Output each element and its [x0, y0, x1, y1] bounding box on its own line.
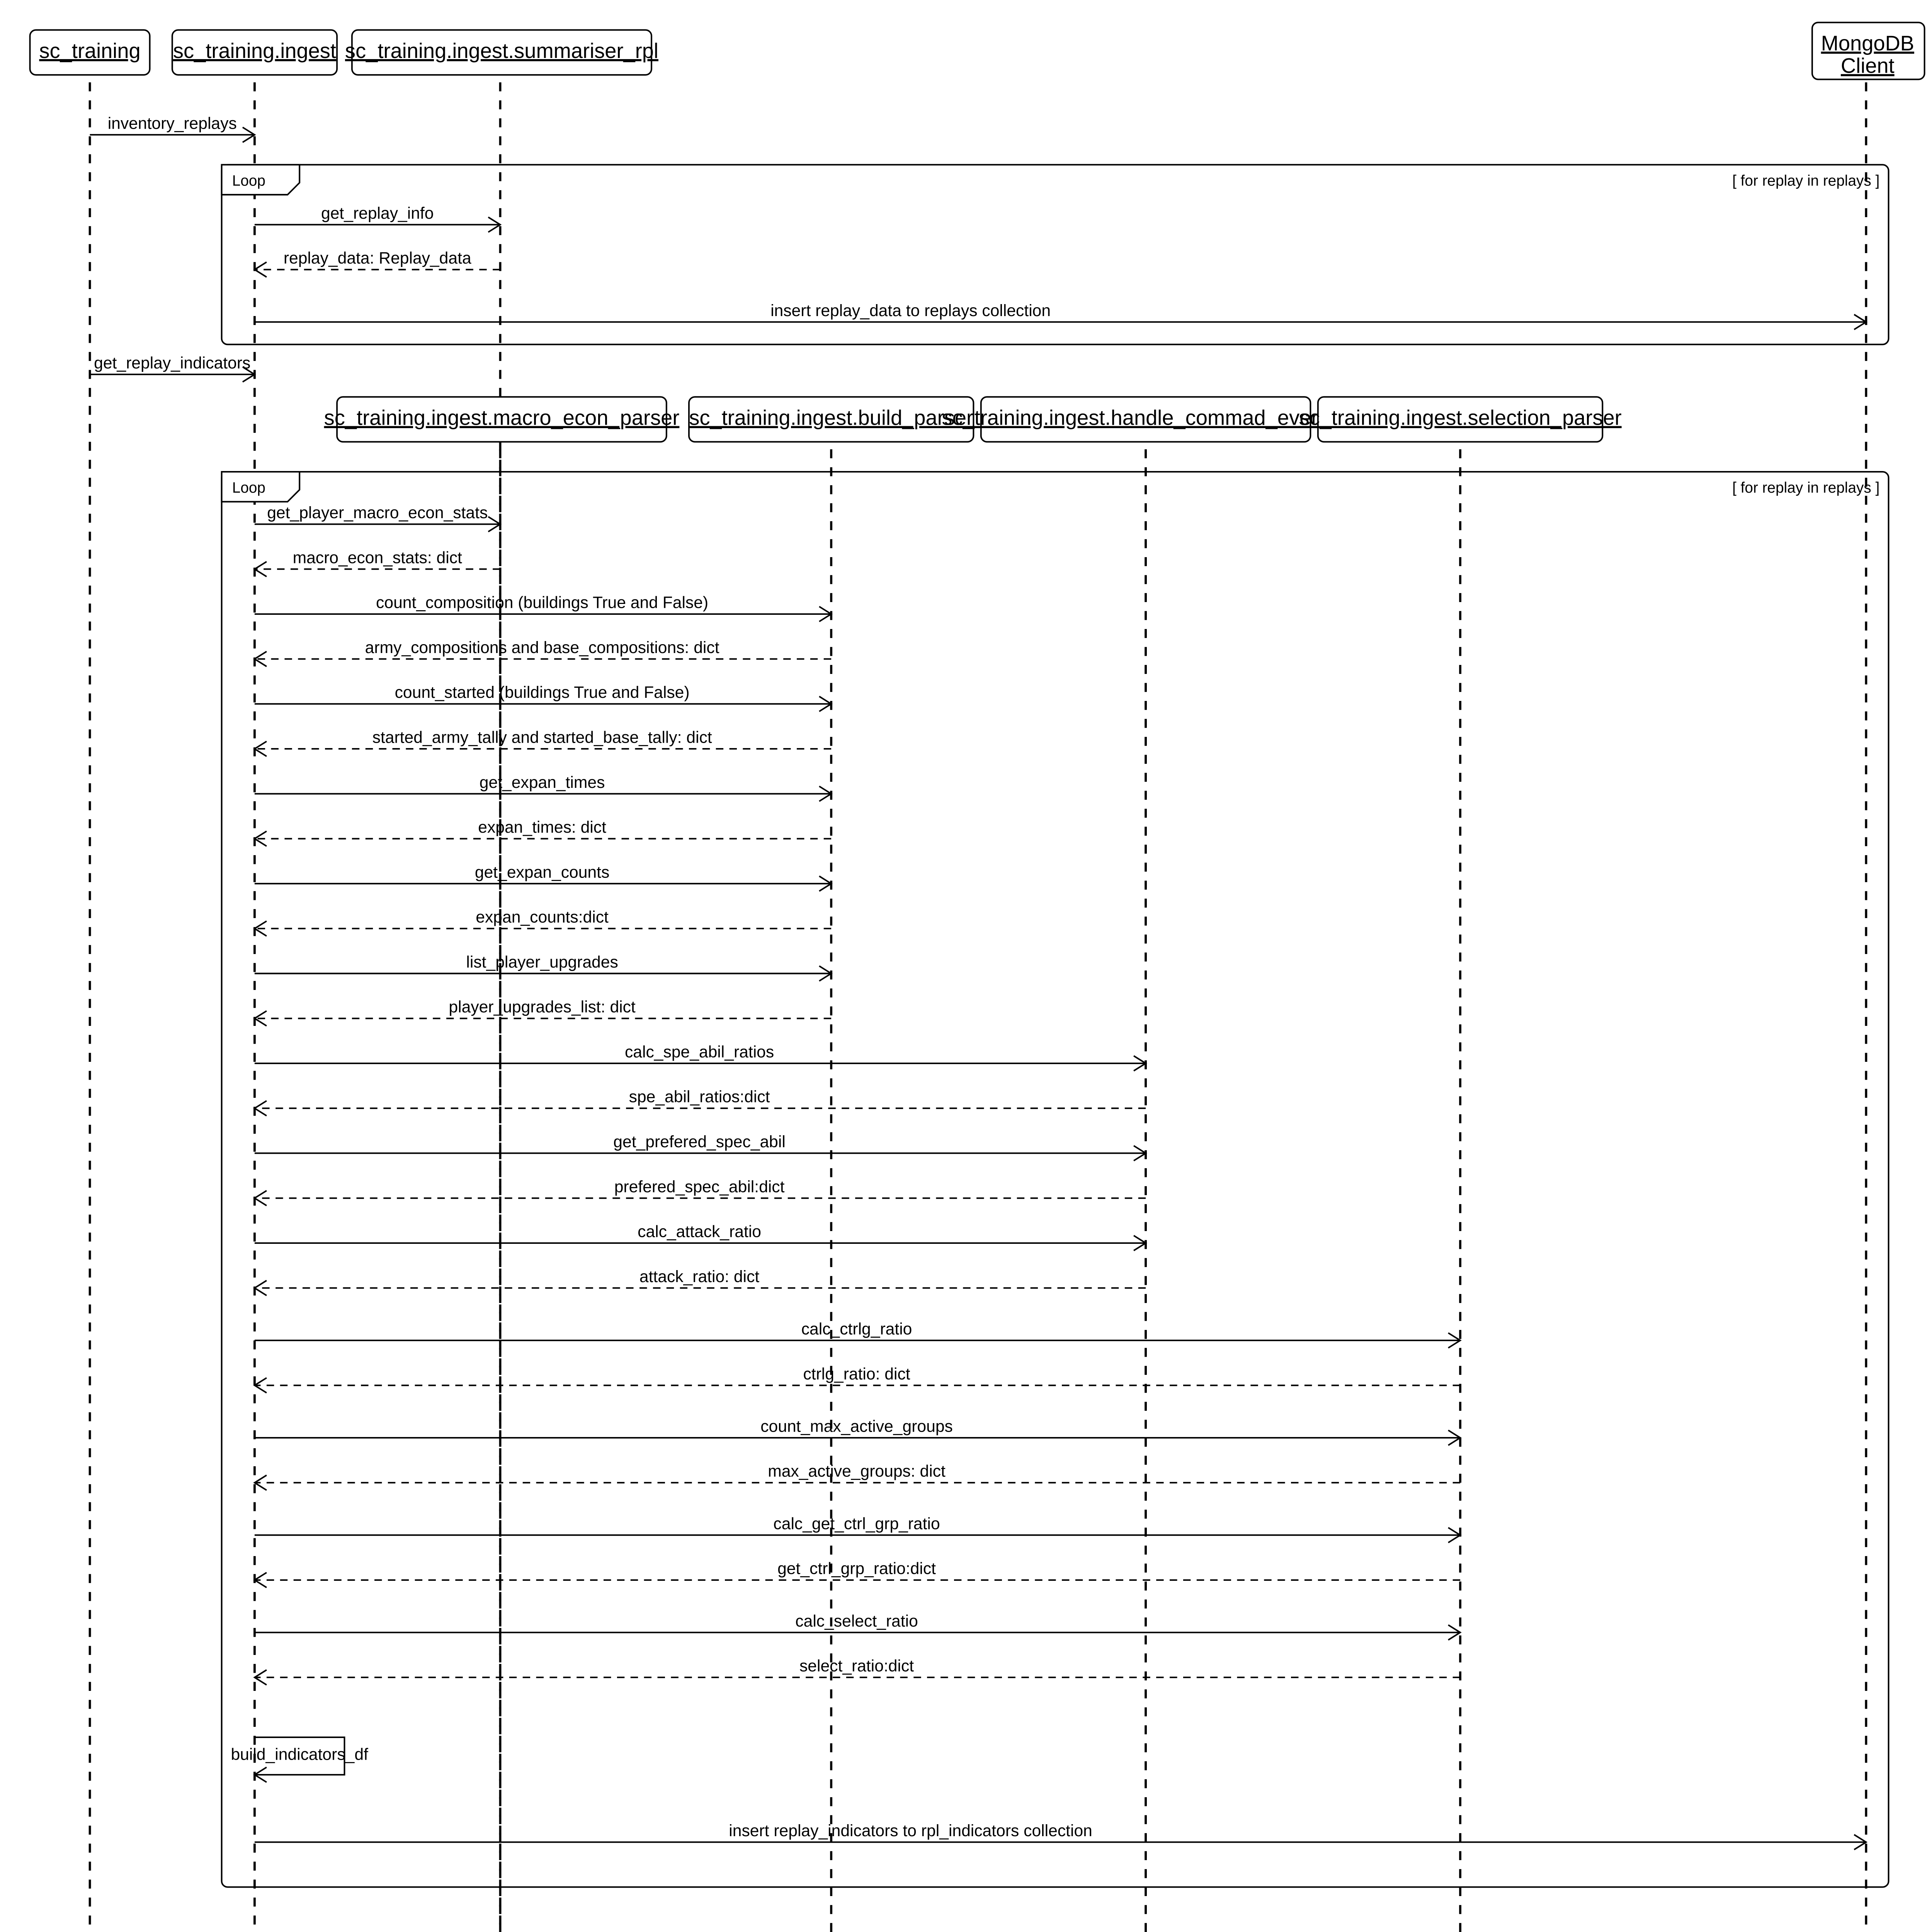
message-count-composition: count_composition (buildings True and Fa… — [255, 594, 831, 622]
message-label: inventory_replays — [108, 114, 237, 133]
message-label: calc_ctrlg_ratio — [801, 1320, 912, 1338]
participant-label: sc_training.ingest.selection_parser — [1299, 406, 1621, 430]
participant-p1: sc_training — [30, 30, 150, 75]
participant-label: sc_training.ingest.handle_commad_evensty — [942, 406, 1350, 430]
participant-label: Client — [1841, 54, 1895, 78]
message-label: calc_get_ctrl_grp_ratio — [773, 1514, 940, 1533]
participant-p5: sc_training.ingest.build_parser — [689, 397, 973, 442]
participant-p4: sc_training.ingest.macro_econ_parser — [324, 397, 680, 442]
message-prefered-spec-abil: prefered_spec_abil:dict — [255, 1177, 1146, 1206]
message-label: insert replay_data to replays collection — [770, 301, 1051, 320]
participant-label: sc_training.ingest.build_parser — [689, 406, 973, 430]
message-label: replay_data: Replay_data — [284, 249, 471, 267]
message-get-player-macro-econ-stats: get_player_macro_econ_stats — [255, 503, 500, 532]
message-insert-replay-indicators: insert replay_indicators to rpl_indicato… — [255, 1821, 1866, 1850]
message-get-replay-indicators: get_replay_indicators — [90, 354, 255, 382]
message-army-compositions: army_compositions and base_compositions:… — [255, 638, 831, 667]
message-label: ctrlg_ratio: dict — [803, 1365, 910, 1383]
participant-label: sc_training.ingest — [173, 39, 336, 63]
message-label: expan_times: dict — [478, 818, 606, 837]
message-list-player-upgrades: list_player_upgrades — [255, 953, 831, 981]
participant-p3: sc_training.ingest.summariser_rpl — [345, 30, 658, 75]
participant-p2: sc_training.ingest — [172, 30, 337, 75]
message-started-tally: started_army_tally and started_base_tall… — [255, 728, 831, 756]
message-build-indicators-df: build_indicators_df — [231, 1737, 368, 1782]
message-label: attack_ratio: dict — [639, 1267, 760, 1286]
participant-label: sc_training.ingest.summariser_rpl — [345, 39, 658, 63]
message-label: macro_econ_stats: dict — [293, 548, 462, 567]
message-inventory-replays: inventory_replays — [90, 114, 255, 142]
message-label: get_replay_info — [321, 204, 434, 223]
message-label: get_prefered_spec_abil — [613, 1133, 786, 1151]
message-get-expan-times: get_expan_times — [255, 773, 831, 801]
message-macro-econ-stats: macro_econ_stats: dict — [255, 548, 500, 577]
message-label: select_ratio:dict — [799, 1657, 914, 1675]
message-player-upgrades-list: player_upgrades_list: dict — [255, 998, 831, 1026]
loop-label: Loop — [232, 173, 265, 189]
participant-label: sc_training — [39, 39, 140, 63]
message-label: get_player_macro_econ_stats — [267, 503, 488, 522]
message-calc-ctrlg-ratio: calc_ctrlg_ratio — [255, 1320, 1460, 1348]
loop-guard: [ for replay in replays ] — [1732, 480, 1879, 496]
message-label: get_expan_counts — [475, 863, 609, 881]
participant-p6: sc_training.ingest.handle_commad_evensty — [942, 397, 1350, 442]
message-calc-select-ratio: calc_select_ratio — [255, 1612, 1460, 1640]
message-spe-abil-ratios: spe_abil_ratios:dict — [255, 1088, 1146, 1116]
message-label: calc_attack_ratio — [638, 1223, 761, 1241]
message-calc-attack-ratio: calc_attack_ratio — [255, 1223, 1146, 1251]
message-expan-counts: expan_counts:dict — [255, 908, 831, 936]
message-label: count_started (buildings True and False) — [395, 683, 690, 702]
loop-label: Loop — [232, 480, 265, 496]
message-label: get_replay_indicators — [94, 354, 250, 372]
message-ctrlg-ratio: ctrlg_ratio: dict — [255, 1365, 1460, 1393]
message-select-ratio: select_ratio:dict — [255, 1657, 1460, 1685]
message-attack-ratio: attack_ratio: dict — [255, 1267, 1146, 1296]
message-label: spe_abil_ratios:dict — [629, 1088, 770, 1106]
message-label: build_indicators_df — [231, 1745, 368, 1764]
message-replay-data: replay_data: Replay_data — [255, 249, 500, 277]
sequence-diagram: sc_training sc_training.ingest sc_traini… — [0, 0, 1932, 1932]
message-label: expan_counts:dict — [476, 908, 609, 927]
message-label: calc_select_ratio — [795, 1612, 918, 1630]
message-label: prefered_spec_abil:dict — [614, 1177, 785, 1196]
message-label: count_max_active_groups — [760, 1417, 953, 1435]
message-insert-replay-data: insert replay_data to replays collection — [255, 301, 1866, 330]
loop-frame-1: Loop [ for replay in replays ] — [222, 165, 1889, 344]
message-label: count_composition (buildings True and Fa… — [376, 594, 708, 612]
message-label: player_upgrades_list: dict — [449, 998, 636, 1016]
message-max-active-groups: max_active_groups: dict — [255, 1462, 1460, 1490]
message-calc-spe-abil-ratios: calc_spe_abil_ratios — [255, 1043, 1146, 1071]
participant-p8: MongoDB Client — [1812, 22, 1925, 79]
message-get-replay-info: get_replay_info — [255, 204, 500, 232]
message-count-max-active-groups: count_max_active_groups — [255, 1417, 1460, 1445]
message-calc-get-ctrl-grp-ratio: calc_get_ctrl_grp_ratio — [255, 1514, 1460, 1543]
message-label: max_active_groups: dict — [768, 1462, 946, 1481]
message-label: list_player_upgrades — [466, 953, 618, 971]
message-count-started: count_started (buildings True and False) — [255, 683, 831, 711]
message-label: get_ctrl_grp_ratio:dict — [777, 1560, 936, 1578]
participant-label: sc_training.ingest.macro_econ_parser — [324, 406, 680, 430]
message-get-prefered-spec-abil: get_prefered_spec_abil — [255, 1133, 1146, 1161]
message-label: calc_spe_abil_ratios — [625, 1043, 774, 1061]
message-label: get_expan_times — [480, 773, 605, 792]
message-label: army_compositions and base_compositions:… — [365, 638, 719, 657]
message-get-ctrl-grp-ratio: get_ctrl_grp_ratio:dict — [255, 1560, 1460, 1588]
message-expan-times: expan_times: dict — [255, 818, 831, 846]
message-label: insert replay_indicators to rpl_indicato… — [729, 1821, 1092, 1840]
loop-guard: [ for replay in replays ] — [1732, 173, 1879, 189]
participant-label: MongoDB — [1821, 32, 1914, 55]
participant-p7: sc_training.ingest.selection_parser — [1299, 397, 1621, 442]
message-label: started_army_tally and started_base_tall… — [372, 728, 712, 747]
message-get-expan-counts: get_expan_counts — [255, 863, 831, 891]
